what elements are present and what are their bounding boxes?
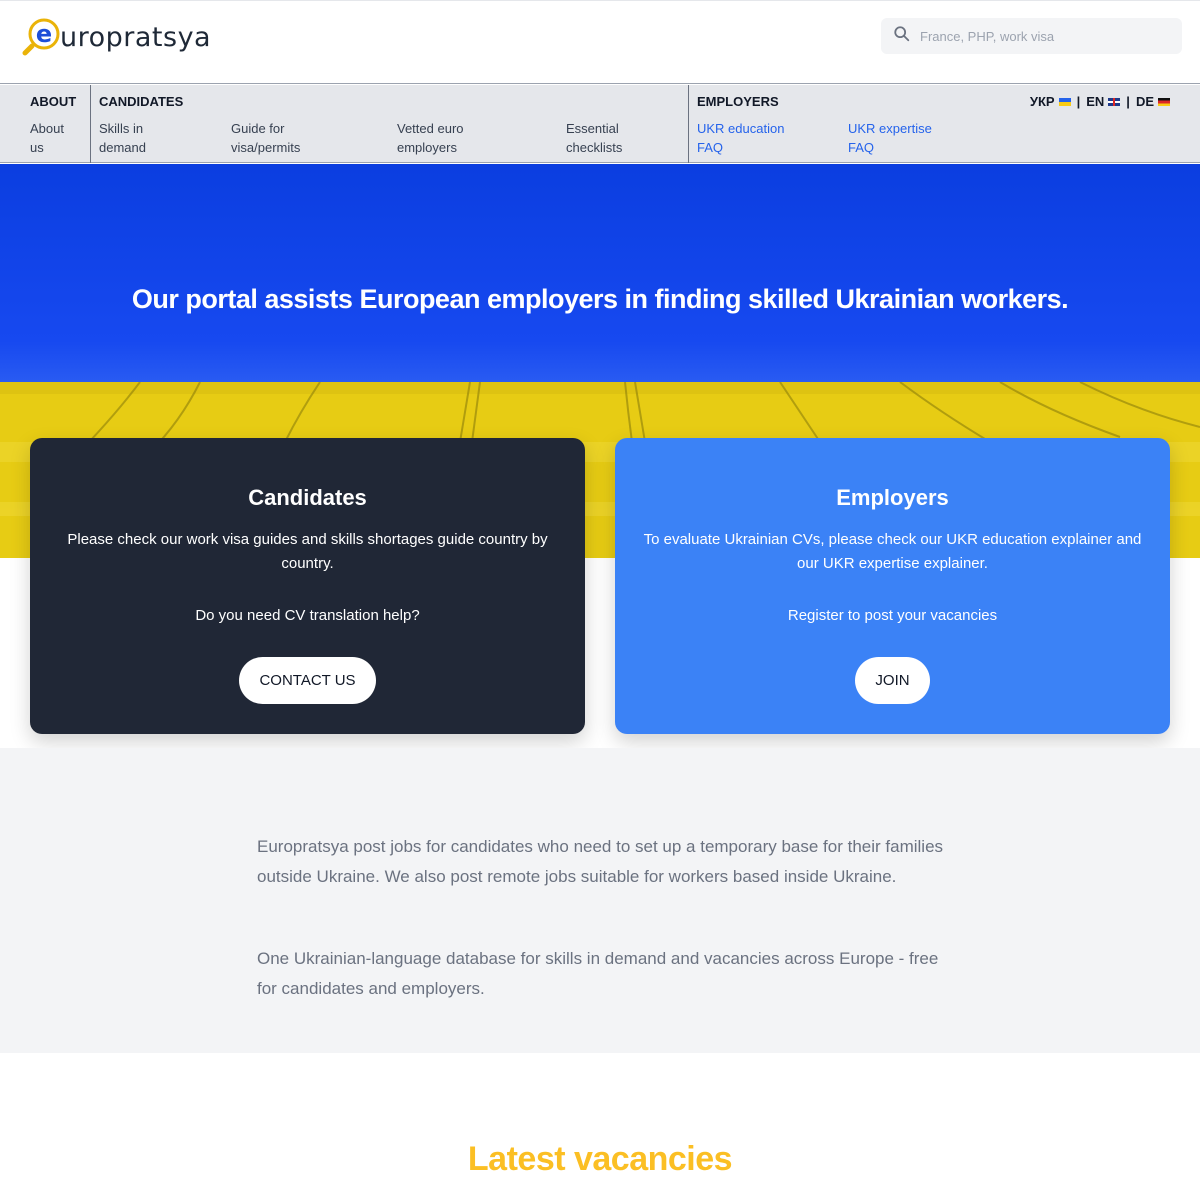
- info-section: Europratsya post jobs for candidates who…: [0, 748, 1200, 1053]
- candidates-card-question: Do you need CV translation help?: [195, 607, 420, 624]
- search-input[interactable]: [920, 28, 1160, 44]
- lang-divider: |: [1126, 94, 1130, 109]
- employers-card-question: Register to post your vacancies: [787, 607, 998, 624]
- nav-link-visa-guide[interactable]: Guide for visa/permits: [231, 119, 321, 157]
- employers-card-text: To evaluate Ukrainian CVs, please check …: [643, 531, 1142, 572]
- germany-flag-icon: [1158, 97, 1170, 106]
- employers-card: Employers To evaluate Ukrainian CVs, ple…: [615, 438, 1170, 734]
- search-icon: [893, 25, 920, 48]
- lang-de[interactable]: DE: [1136, 94, 1154, 109]
- nav-link-skills-in-demand[interactable]: Skills in demand: [99, 119, 159, 157]
- main-nav: ABOUT About us CANDIDATES Skills in dema…: [0, 85, 1200, 163]
- language-switcher: УКР | EN | DE: [1030, 94, 1170, 109]
- logo-text: uropratsya: [60, 21, 212, 53]
- candidates-card-text: Please check our work visa guides and sk…: [67, 531, 548, 572]
- nav-link-ukr-expertise-faq[interactable]: UKR expertise FAQ: [848, 119, 958, 157]
- site-header: e uropratsya: [0, 0, 1200, 84]
- lang-divider: |: [1076, 94, 1081, 109]
- svg-text:e: e: [36, 20, 52, 48]
- nav-section-about: ABOUT About us: [0, 85, 90, 163]
- candidates-card: Candidates Please check our work visa gu…: [30, 438, 585, 734]
- nav-heading-about: ABOUT: [30, 94, 77, 109]
- logo[interactable]: e uropratsya: [22, 15, 211, 57]
- join-button[interactable]: JOIN: [855, 657, 930, 704]
- contact-us-button[interactable]: CONTACT US: [239, 657, 376, 704]
- lang-ukr[interactable]: УКР: [1030, 94, 1055, 109]
- employers-card-title: Employers: [836, 485, 949, 510]
- nav-link-ukr-education-faq[interactable]: UKR education FAQ: [697, 119, 807, 157]
- ukraine-flag-icon: [1058, 97, 1071, 106]
- info-paragraph-1: Europratsya post jobs for candidates who…: [257, 837, 944, 886]
- nav-heading-candidates: CANDIDATES: [99, 94, 184, 109]
- lang-en[interactable]: EN: [1086, 94, 1104, 109]
- magnifier-logo-icon: e: [22, 16, 62, 56]
- nav-section-candidates: CANDIDATES Skills in demand Guide for vi…: [90, 85, 688, 163]
- nav-link-vetted-employers[interactable]: Vetted euro employers: [397, 119, 477, 157]
- nav-link-about-us[interactable]: About us: [30, 119, 80, 157]
- search-box[interactable]: [881, 18, 1182, 54]
- nav-heading-employers: EMPLOYERS: [697, 94, 779, 109]
- latest-vacancies-heading: Latest vacancies: [467, 1140, 733, 1178]
- uk-flag-icon: [1108, 97, 1121, 106]
- hero-title: Our portal assists European employers in…: [131, 284, 1069, 314]
- candidates-card-title: Candidates: [248, 485, 367, 510]
- nav-link-essential-checklists[interactable]: Essential checklists: [566, 119, 641, 157]
- info-paragraph-2: One Ukrainian-language database for skil…: [257, 949, 939, 998]
